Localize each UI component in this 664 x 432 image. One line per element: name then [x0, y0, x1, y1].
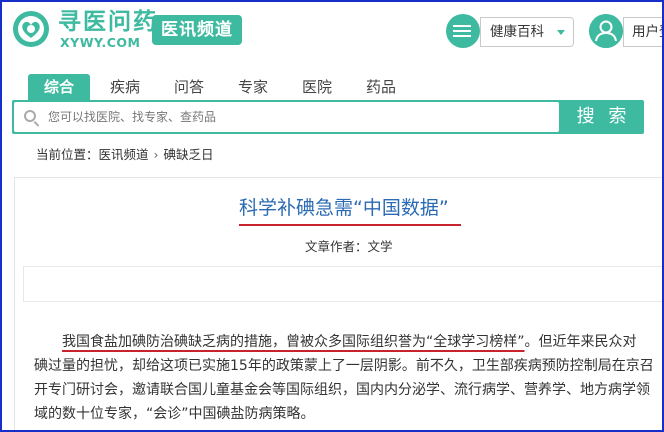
logo-text-en[interactable]: XYWY.COM — [60, 36, 140, 50]
site-header: 寻医问药 XYWY.COM 医讯频道 健康百科 用户登录 — [2, 2, 662, 66]
tab-experts[interactable]: 专家 — [222, 74, 284, 100]
search-button[interactable]: 搜 索 — [563, 100, 644, 134]
logo-heart-icon[interactable] — [12, 10, 50, 48]
breadcrumb-link-topic[interactable]: 碘缺乏日 — [164, 147, 214, 162]
user-icon[interactable] — [589, 14, 623, 48]
breadcrumb-link-channel[interactable]: 医讯频道 — [99, 147, 149, 162]
breadcrumb-separator-icon: › — [153, 147, 159, 162]
tab-hospitals[interactable]: 医院 — [286, 74, 348, 100]
breadcrumb-prefix: 当前位置： — [36, 147, 99, 162]
tab-qa[interactable]: 问答 — [158, 74, 220, 100]
blank-panel — [23, 266, 662, 302]
title-annotation-underline — [239, 224, 461, 226]
author-name: 文学 — [367, 239, 393, 254]
breadcrumb: 当前位置：医讯频道 › 碘缺乏日 — [36, 146, 214, 164]
chevron-down-icon — [557, 30, 565, 35]
para-line3: 开专门研讨会，邀请联合国儿童基金会等国际组织，国内内分泌学、流行病学、营养学、地… — [34, 382, 650, 398]
channel-badge[interactable]: 医讯频道 — [152, 15, 242, 45]
underlined-sentence: 我国食盐加碘防治碘缺乏病的措施，曾被众多国际组织誉为“全球学习榜样” — [62, 334, 525, 350]
user-login-button[interactable]: 用户登录 — [623, 17, 662, 47]
logo-text-cn[interactable]: 寻医问药 — [58, 8, 158, 36]
tab-medicine[interactable]: 药品 — [350, 74, 412, 100]
health-dropdown-label: 健康百科 — [490, 24, 544, 40]
para-line1-rest: 。但近年来民众对 — [524, 334, 637, 350]
menu-list-icon[interactable] — [446, 14, 480, 48]
search-bar: 您可以找医院、找专家、查药品 搜 索 — [12, 100, 644, 134]
article-title: 科学补碘急需“中国数据” — [239, 197, 449, 219]
para-line2: 碘过量的担忧，却给这项已实施15年的政策蒙上了一层阴影。前不久，卫生部疾病预防控… — [34, 358, 654, 374]
tab-general[interactable]: 综合 — [28, 74, 90, 100]
browser-frame: 寻医问药 XYWY.COM 医讯频道 健康百科 用户登录 综合 疾病 问答 专家… — [0, 0, 664, 432]
search-placeholder: 您可以找医院、找专家、查药品 — [48, 110, 217, 124]
tab-disease[interactable]: 疾病 — [94, 74, 156, 100]
search-icon — [24, 110, 36, 122]
author-label: 文章作者： — [305, 239, 368, 254]
para-line4: 域的数十位专家，“会诊”中国碘盐防病策略。 — [34, 406, 315, 422]
health-encyclopedia-dropdown[interactable]: 健康百科 — [480, 17, 574, 47]
user-login-label: 用户登录 — [632, 24, 662, 40]
search-input[interactable]: 您可以找医院、找专家、查药品 — [14, 102, 559, 132]
article: 科学补碘急需“中国数据” 文章作者：文学 我国食盐加碘防治碘缺乏病的措施，曾被众… — [14, 177, 662, 430]
article-author: 文章作者：文学 — [305, 238, 393, 256]
article-paragraph: 我国食盐加碘防治碘缺乏病的措施，曾被众多国际组织誉为“全球学习榜样”。但近年来民… — [34, 330, 662, 426]
